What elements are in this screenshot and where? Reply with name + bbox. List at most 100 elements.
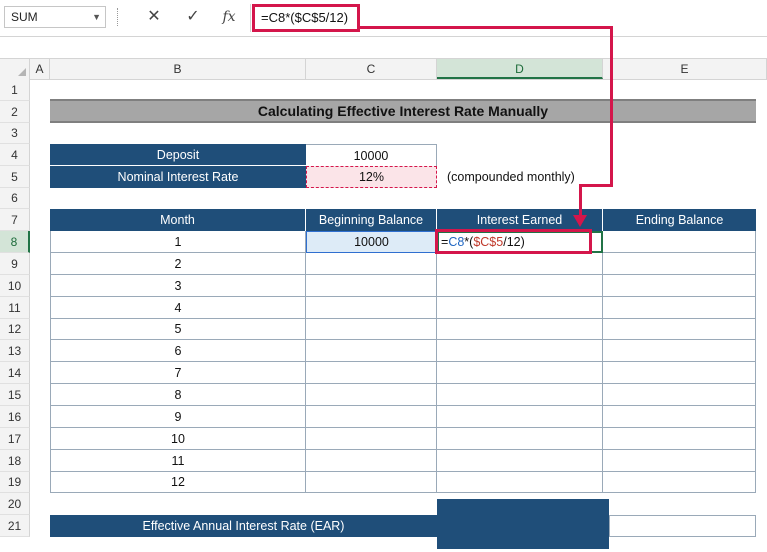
row-header-1[interactable]: 1: [0, 79, 30, 101]
interest-earned-cell[interactable]: [437, 406, 603, 428]
row-header-13[interactable]: 13: [0, 340, 30, 362]
row-header-5[interactable]: 5: [0, 166, 30, 188]
deposit-value: 10000: [353, 148, 389, 163]
row-header-11[interactable]: 11: [0, 297, 30, 319]
interest-earned-cell[interactable]: [437, 275, 603, 297]
ending-balance-cell[interactable]: [603, 275, 756, 297]
interest-earned-cell[interactable]: [437, 450, 603, 472]
annotation-arrow-horizontal: [360, 26, 613, 29]
beginning-balance-cell[interactable]: [306, 472, 437, 493]
ending-balance-cell[interactable]: [603, 253, 756, 275]
deposit-label-text: Deposit: [156, 147, 200, 162]
row-header-2[interactable]: 2: [0, 101, 30, 123]
month-value: 2: [174, 256, 182, 271]
interest-earned-cell[interactable]: [437, 340, 603, 362]
row-header-6[interactable]: 6: [0, 188, 30, 209]
month-cell[interactable]: 6: [50, 340, 306, 362]
interest-earned-cell[interactable]: [437, 297, 603, 319]
ending-balance-cell[interactable]: [603, 340, 756, 362]
month-cell[interactable]: 5: [50, 319, 306, 340]
column-header-a[interactable]: A: [30, 59, 50, 79]
interest-earned-cell[interactable]: [437, 362, 603, 384]
month-cell[interactable]: 9: [50, 406, 306, 428]
month-value: 8: [174, 387, 182, 402]
deposit-value-cell[interactable]: 10000: [306, 144, 437, 166]
month-value: 9: [174, 409, 182, 424]
ending-balance-cell[interactable]: [603, 428, 756, 450]
month-cell[interactable]: 12: [50, 472, 306, 493]
row-header-17[interactable]: 17: [0, 428, 30, 450]
row-header-15[interactable]: 15: [0, 384, 30, 406]
interest-earned-cell[interactable]: [437, 319, 603, 340]
month-value: 4: [174, 300, 182, 315]
row-header-9[interactable]: 9: [0, 253, 30, 275]
interest-earned-cell[interactable]: [437, 428, 603, 450]
ending-balance-cell[interactable]: [603, 450, 756, 472]
beginning-balance-cell[interactable]: [306, 450, 437, 472]
beginning-balance-cell[interactable]: [306, 319, 437, 340]
ending-balance-cell[interactable]: [603, 362, 756, 384]
annotation-arrow-elbow: [579, 184, 613, 187]
ending-balance-cell[interactable]: [603, 384, 756, 406]
beginning-balance-cell[interactable]: 10000: [306, 231, 437, 253]
beginning-balance-cell[interactable]: [306, 384, 437, 406]
beginning-balance-cell[interactable]: [306, 297, 437, 319]
editing-cell-highlight-box: [435, 229, 592, 254]
row-header-20[interactable]: 20: [0, 493, 30, 515]
table-header-interest-earned-text: Interest Earned: [476, 213, 563, 227]
table-header-ending-balance: Ending Balance: [603, 209, 756, 231]
month-cell[interactable]: 1: [50, 231, 306, 253]
beginning-balance-cell[interactable]: [306, 340, 437, 362]
row-header-3[interactable]: 3: [0, 123, 30, 144]
month-cell[interactable]: 11: [50, 450, 306, 472]
enter-icon[interactable]: ✓: [183, 6, 203, 28]
cancel-icon[interactable]: ✕: [144, 6, 164, 28]
name-box[interactable]: SUM ▼: [4, 6, 106, 28]
month-cell[interactable]: 2: [50, 253, 306, 275]
deposit-label: Deposit: [50, 144, 306, 166]
beginning-balance-cell[interactable]: [306, 428, 437, 450]
ear-value-cell[interactable]: [609, 515, 756, 537]
name-box-value: SUM: [11, 10, 38, 24]
beginning-balance-cell[interactable]: [306, 406, 437, 428]
row-header-10[interactable]: 10: [0, 275, 30, 297]
ending-balance-cell[interactable]: [603, 231, 756, 253]
month-cell[interactable]: 8: [50, 384, 306, 406]
ending-balance-cell[interactable]: [603, 406, 756, 428]
ending-balance-cell[interactable]: [603, 297, 756, 319]
month-cell[interactable]: 3: [50, 275, 306, 297]
beginning-balance-cell[interactable]: [306, 253, 437, 275]
row-header-21[interactable]: 21: [0, 515, 30, 537]
ending-balance-cell[interactable]: [603, 319, 756, 340]
chevron-down-icon[interactable]: ▼: [92, 7, 101, 27]
interest-earned-cell[interactable]: [437, 472, 603, 493]
row-header-4[interactable]: 4: [0, 144, 30, 166]
month-cell[interactable]: 4: [50, 297, 306, 319]
column-header-b[interactable]: B: [50, 59, 306, 79]
nominal-rate-cell[interactable]: 12%: [306, 166, 437, 188]
select-all-button[interactable]: [0, 59, 30, 79]
month-value: 3: [174, 278, 182, 293]
row-header-14[interactable]: 14: [0, 362, 30, 384]
month-cell[interactable]: 10: [50, 428, 306, 450]
row-header-8[interactable]: 8: [0, 231, 30, 253]
column-header-c[interactable]: C: [306, 59, 437, 79]
row-header-19[interactable]: 19: [0, 472, 30, 493]
page-title: Calculating Effective Interest Rate Manu…: [50, 99, 756, 123]
beginning-balance-cell[interactable]: [306, 362, 437, 384]
interest-earned-cell[interactable]: [437, 253, 603, 275]
ending-balance-cell[interactable]: [603, 472, 756, 493]
rate-note: (compounded monthly): [447, 166, 597, 188]
insert-function-icon[interactable]: fx: [219, 6, 239, 28]
column-header-d[interactable]: D: [437, 59, 603, 79]
row-header-16[interactable]: 16: [0, 406, 30, 428]
beginning-balance-cell[interactable]: [306, 275, 437, 297]
interest-earned-cell[interactable]: [437, 384, 603, 406]
row-header-18[interactable]: 18: [0, 450, 30, 472]
row-header-7[interactable]: 7: [0, 209, 30, 231]
column-header-e[interactable]: E: [603, 59, 767, 79]
table-header-month: Month: [50, 209, 306, 231]
row-header-12[interactable]: 12: [0, 319, 30, 340]
month-cell[interactable]: 7: [50, 362, 306, 384]
column-headers: A B C D E: [0, 58, 767, 80]
